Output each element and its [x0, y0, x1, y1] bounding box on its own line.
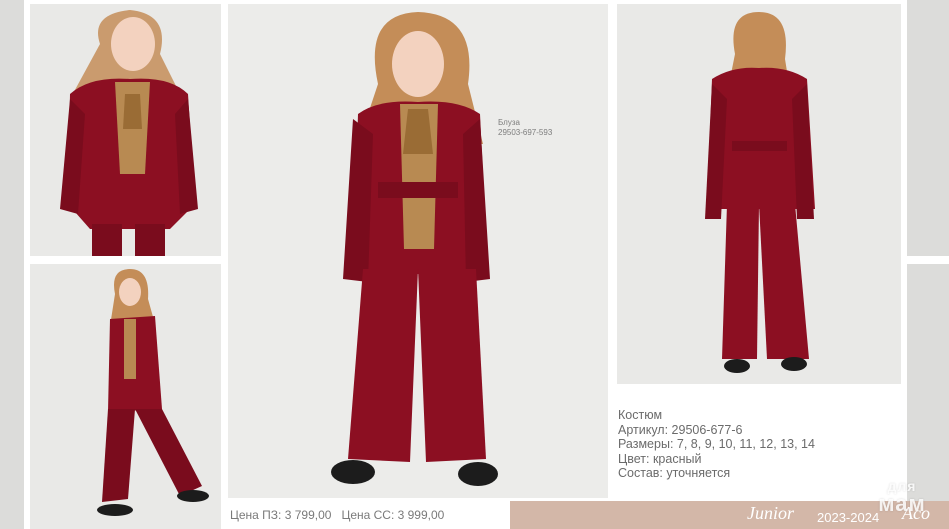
photo-girl-closeup: [30, 4, 221, 256]
photo-girl-back: [617, 4, 901, 384]
price-pz: Цена ПЗ: 3 799,00: [230, 508, 332, 522]
blouse-caption: Блуза 29503-697-593: [498, 118, 552, 138]
left-edge-strip: [0, 0, 24, 529]
blouse-caption-sku: 29503-697-593: [498, 128, 553, 137]
watermark-line2: мам: [878, 491, 926, 516]
right-edge-strip-top: [907, 0, 949, 256]
photo-girl-front-full: [228, 4, 608, 498]
photo-girl-walking: [30, 264, 221, 529]
product-info: Костюм Артикул: 29506-677-6 Размеры: 7, …: [618, 408, 815, 481]
product-color: Цвет: красный: [618, 451, 702, 466]
watermark: для мам: [862, 478, 942, 516]
product-composition: Состав: уточняется: [618, 466, 731, 481]
brand-junior: Junior: [747, 503, 794, 523]
product-sizes: Размеры: 7, 8, 9, 10, 11, 12, 13, 14: [618, 437, 815, 452]
product-article: Артикул: 29506-677-6: [618, 422, 743, 437]
price-cc: Цена СС: 3 999,00: [341, 508, 445, 522]
right-edge-strip-bottom: [907, 264, 949, 501]
price-bar: Цена ПЗ: 3 799,00 Цена СС: 3 999,00: [228, 501, 512, 529]
product-name: Костюм: [618, 408, 663, 422]
blouse-caption-label: Блуза: [498, 118, 520, 127]
